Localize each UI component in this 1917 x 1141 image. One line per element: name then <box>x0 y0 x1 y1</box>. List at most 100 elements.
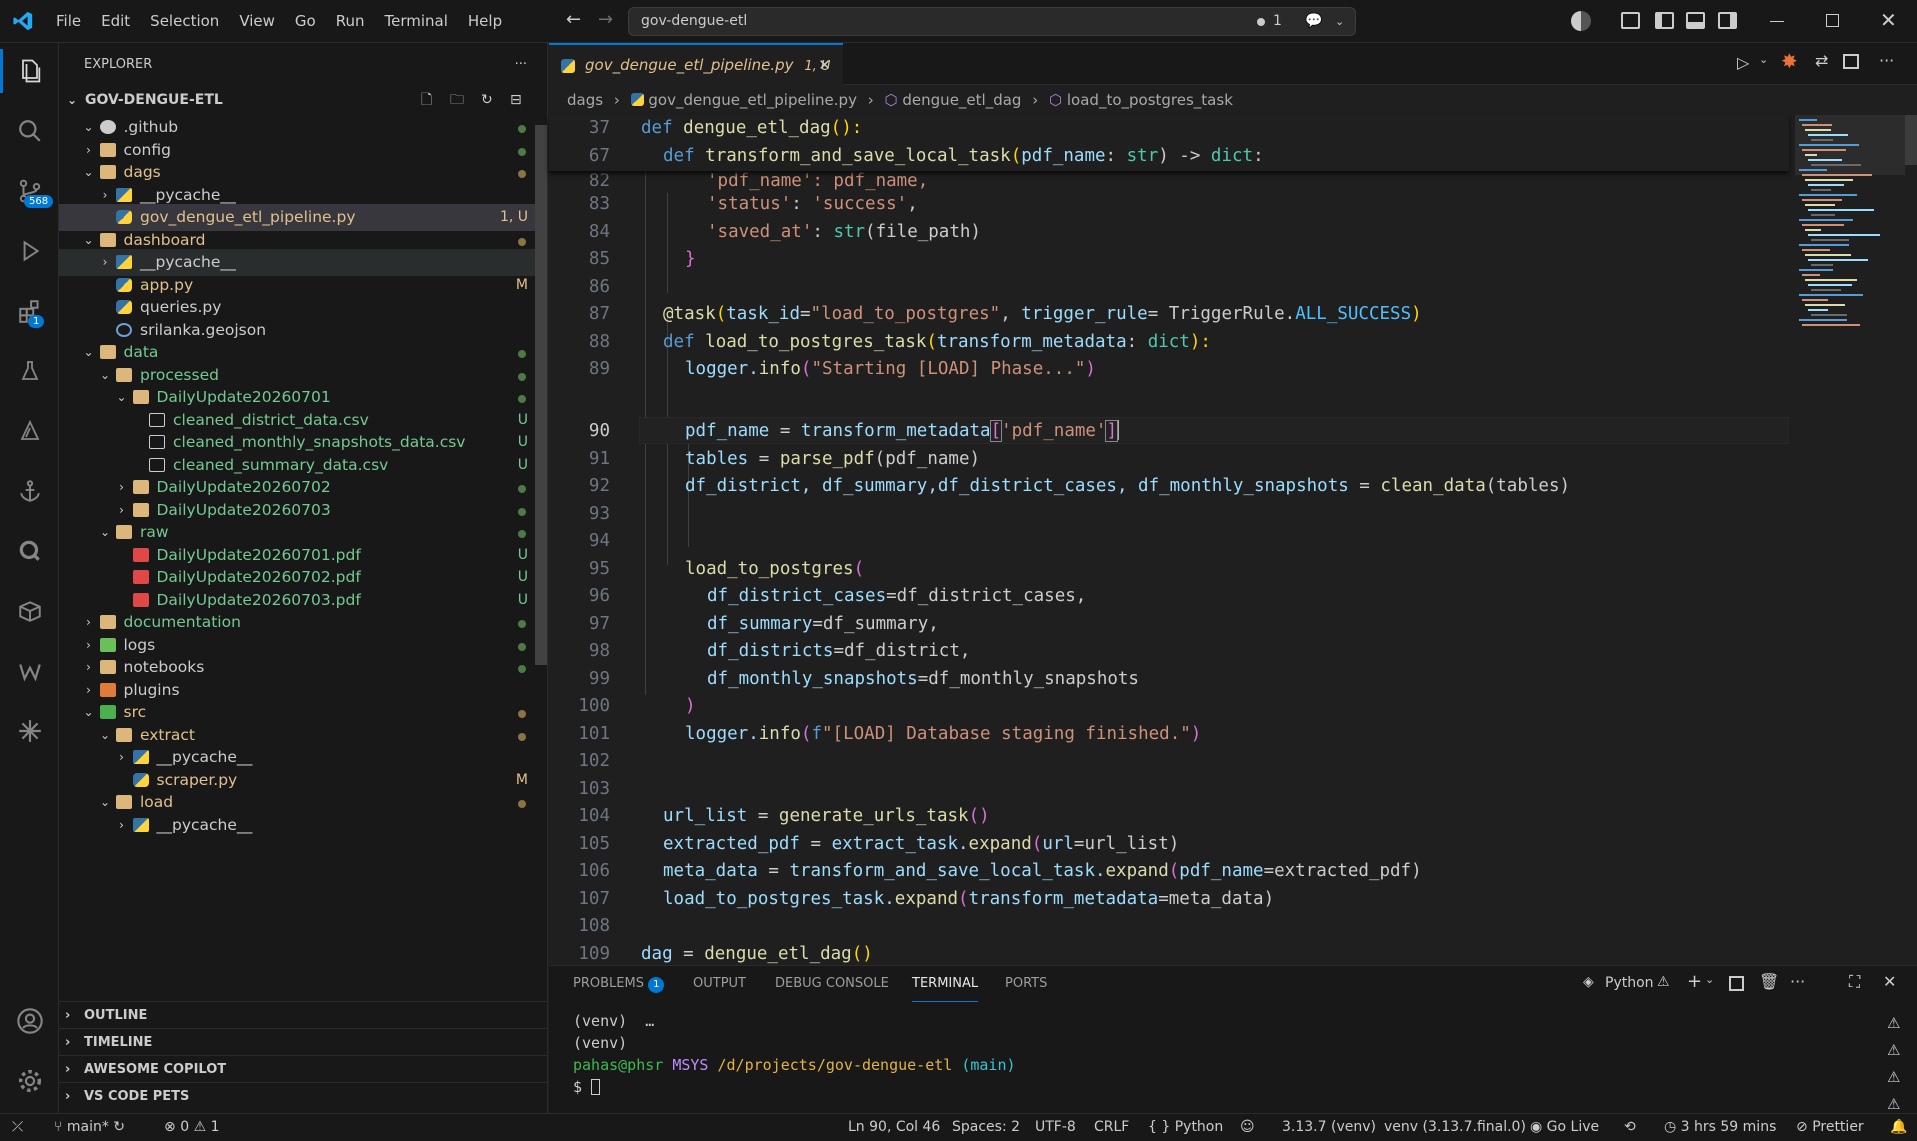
command-center[interactable]: gov-dengue-etl 1 💬 ⌄ <box>628 7 1356 36</box>
settings-gear-icon[interactable] <box>10 1061 50 1101</box>
terminal-input-line[interactable]: $ <box>573 1078 601 1096</box>
notifications-bell-icon[interactable]: 🔔 <box>1890 1114 1907 1141</box>
git-branch[interactable]: ⑂ main* ↻ <box>54 1114 125 1141</box>
minimap[interactable] <box>1795 115 1905 345</box>
tab-debug-console[interactable]: DEBUG CONSOLE <box>775 966 889 1002</box>
menu-file[interactable]: File <box>46 0 91 43</box>
code-editor[interactable]: 82'pdf_name': pdf_name, 83'status': 'suc… <box>549 115 1789 965</box>
anchor-icon[interactable] <box>10 471 50 511</box>
testing-flask-icon[interactable] <box>10 351 50 391</box>
run-dropdown-icon[interactable]: ⌄ <box>1759 53 1768 66</box>
collapse-all-icon[interactable]: ⊟ <box>510 87 522 114</box>
problems-status[interactable]: ⊗ 0 ⚠ 1 <box>164 1114 220 1141</box>
tab-gov-dengue-etl-pipeline[interactable]: gov_dengue_etl_pipeline.py 1, U ✕ <box>549 43 843 85</box>
menu-go[interactable]: Go <box>285 0 326 43</box>
toggle-sidebar-icon[interactable] <box>1655 12 1674 29</box>
git-status-dot <box>518 710 526 718</box>
new-folder-icon[interactable]: 🗀 <box>450 87 464 114</box>
chevron-down-icon[interactable]: ⌄ <box>1335 8 1344 35</box>
more-editor-actions-icon[interactable]: ··· <box>1879 51 1894 70</box>
close-tab-icon[interactable]: ✕ <box>818 45 831 85</box>
azure-icon[interactable] <box>10 411 50 451</box>
remote-icon[interactable]: ⤫ <box>12 1114 23 1141</box>
customize-layout-icon[interactable] <box>1621 12 1640 29</box>
extensions-icon[interactable]: 1 <box>10 291 50 331</box>
refresh-icon[interactable]: ↻ <box>481 87 493 114</box>
sticky-scroll[interactable]: 37 def dengue_etl_dag(): 67 def transform_… <box>549 115 1789 171</box>
menu-view[interactable]: View <box>229 0 285 43</box>
split-terminal-icon[interactable] <box>1729 976 1744 991</box>
editor-scrollbar[interactable] <box>1905 115 1917 165</box>
section-outline[interactable]: › OUTLINE <box>59 1001 547 1028</box>
prettier-status[interactable]: ⊘ Prettier <box>1796 1114 1864 1141</box>
indentation[interactable]: Spaces: 2 <box>952 1114 1020 1141</box>
terminal-output[interactable]: (venv) … (venv) pahas@phsr MSYS /d/proje… <box>549 1002 1869 1114</box>
maximize-icon[interactable] <box>1826 14 1839 27</box>
container-box-icon[interactable] <box>10 591 50 631</box>
python-interpreter[interactable]: 3.13.7 (venv) <box>1282 1114 1376 1141</box>
compare-changes-icon[interactable]: ⇄ <box>1815 51 1828 70</box>
tree-folder-item[interactable]: › __pycache__ <box>59 812 547 839</box>
accounts-icon[interactable] <box>10 1001 50 1041</box>
wakatime-icon[interactable] <box>10 651 50 691</box>
sidebar-scrollbar[interactable] <box>535 125 547 665</box>
tab-output[interactable]: OUTPUT <box>693 966 746 1002</box>
close-window-icon[interactable]: ✕ <box>1880 8 1897 32</box>
encoding[interactable]: UTF-8 <box>1035 1114 1076 1141</box>
menu-edit[interactable]: Edit <box>91 0 140 43</box>
chevron-down-icon[interactable]: ⌄ <box>1705 973 1714 986</box>
run-debug-icon[interactable] <box>10 231 50 271</box>
csv-file-icon <box>149 457 165 472</box>
close-panel-icon[interactable]: ✕ <box>1883 972 1896 991</box>
source-control-icon[interactable]: 568 <box>10 171 54 211</box>
section-vscode-pets[interactable]: › VS CODE PETS <box>59 1082 547 1109</box>
kill-terminal-icon[interactable]: 🗑 <box>1759 972 1779 991</box>
copilot-status-icon[interactable]: ☺ <box>1240 1114 1255 1141</box>
more-panel-actions-icon[interactable]: ··· <box>1790 972 1805 991</box>
database-client-icon[interactable] <box>10 531 50 571</box>
menu-terminal[interactable]: Terminal <box>375 0 458 43</box>
tab-problems[interactable]: PROBLEMS 1 <box>573 966 665 1002</box>
tab-ports[interactable]: PORTS <box>1005 966 1047 1002</box>
workspace-root[interactable]: ⌄ GOV-DENGUE-ETL 🗋 🗀 ↻ ⊟ <box>59 87 547 114</box>
breadcrumb-file[interactable]: gov_dengue_etl_pipeline.py <box>648 91 857 109</box>
new-file-icon[interactable]: 🗋 <box>421 87 432 114</box>
copilot-star-icon[interactable]: ✸ <box>1781 49 1798 73</box>
breadcrumb-function[interactable]: dengue_etl_dag <box>902 91 1021 109</box>
nav-forward-icon[interactable]: → <box>598 9 613 30</box>
menu-run[interactable]: Run <box>326 0 375 43</box>
breadcrumb-folder[interactable]: dags <box>567 91 603 109</box>
run-python-icon[interactable]: ▷ <box>1737 53 1749 72</box>
breadcrumb-symbol[interactable]: load_to_postgres_task <box>1067 91 1233 109</box>
more-actions-icon[interactable]: ··· <box>515 43 527 87</box>
section-awesome-copilot[interactable]: › AWESOME COPILOT <box>59 1055 547 1082</box>
menu-help[interactable]: Help <box>458 0 512 43</box>
section-timeline[interactable]: › TIMELINE <box>59 1028 547 1055</box>
terminal-profile[interactable]: Python <box>1605 975 1654 991</box>
menu-selection[interactable]: Selection <box>140 0 229 43</box>
nav-back-icon[interactable]: ← <box>566 9 581 30</box>
wakatime-status[interactable]: ◷ 3 hrs 59 mins <box>1664 1114 1776 1141</box>
tab-terminal[interactable]: TERMINAL <box>912 966 979 1002</box>
copilot-chat-icon[interactable]: 💬 <box>1305 8 1322 35</box>
python-env[interactable]: venv (3.13.7.final.0) <box>1384 1114 1526 1141</box>
line-endings[interactable]: CRLF <box>1094 1114 1129 1141</box>
split-editor-icon[interactable] <box>1843 54 1859 69</box>
toggle-secondary-sidebar-icon[interactable] <box>1718 12 1737 29</box>
branch-icon: ⑂ <box>54 1119 63 1135</box>
cursor-position[interactable]: Ln 90, Col 46 <box>848 1114 940 1141</box>
explorer-icon[interactable] <box>10 51 50 91</box>
search-icon[interactable] <box>10 111 50 151</box>
toggle-panel-icon[interactable] <box>1686 12 1705 29</box>
go-live[interactable]: ◉ Go Live <box>1530 1114 1599 1141</box>
language-mode[interactable]: { } Python <box>1148 1114 1223 1141</box>
sync-settings-icon[interactable]: ⟲ <box>1624 1114 1636 1141</box>
minimize-icon[interactable] <box>1770 21 1784 22</box>
maximize-panel-icon[interactable]: ⛶ <box>1849 972 1860 992</box>
new-terminal-icon[interactable]: + <box>1687 971 1702 992</box>
accounts-half-icon[interactable] <box>1571 11 1591 31</box>
sticky-line[interactable]: 67 def transform_and_save_local_task(pdf_… <box>549 143 1789 171</box>
sticky-line[interactable]: 37 def dengue_etl_dag(): <box>549 115 1789 143</box>
git-status-dot <box>518 350 526 358</box>
asterisk-icon[interactable] <box>10 711 50 751</box>
